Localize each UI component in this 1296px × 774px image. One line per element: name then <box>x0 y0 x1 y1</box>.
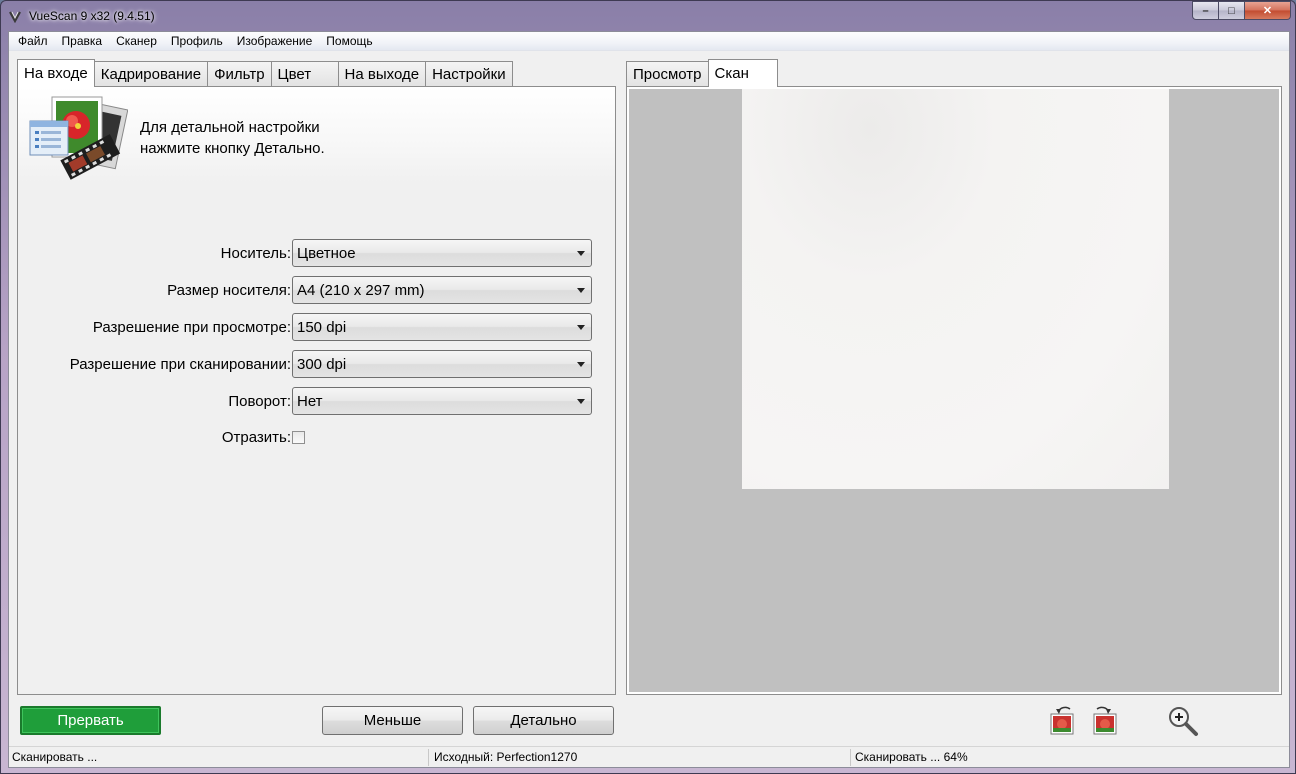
hint-text: Для детальной настройки нажмите кнопку Д… <box>140 117 325 159</box>
left-tab-bar: На входе Кадрирование Фильтр Цвет На вых… <box>17 59 513 87</box>
maximize-button[interactable]: □ <box>1219 1 1245 20</box>
title-bar[interactable]: VueScan 9 x32 (9.4.51) – □ ✕ <box>1 1 1296 31</box>
tab-settings[interactable]: Настройки <box>425 61 513 87</box>
right-tab-bar: Просмотр Скан <box>626 59 778 87</box>
rotation-row: Поворот: Нет <box>18 387 617 417</box>
tab-preview[interactable]: Просмотр <box>626 61 709 87</box>
scanned-image[interactable] <box>742 89 1169 489</box>
menu-bar: Файл Правка Сканер Профиль Изображение П… <box>9 32 1289 51</box>
minimize-icon: – <box>1202 4 1209 17</box>
tab-output[interactable]: На выходе <box>337 61 427 87</box>
chevron-down-icon <box>577 251 585 256</box>
rotate-right-icon[interactable] <box>1089 704 1119 736</box>
menu-edit[interactable]: Правка <box>55 32 110 51</box>
mirror-checkbox[interactable] <box>292 431 305 444</box>
preview-resolution-row: Разрешение при просмотре: 150 dpi <box>18 313 617 343</box>
mirror-label: Отразить: <box>221 429 291 446</box>
scan-canvas[interactable] <box>629 89 1279 692</box>
client-area: Файл Правка Сканер Профиль Изображение П… <box>8 31 1290 768</box>
zoom-in-icon[interactable] <box>1166 704 1198 736</box>
chevron-down-icon <box>577 325 585 330</box>
scan-resolution-value: 300 dpi <box>297 356 347 373</box>
status-middle: Исходный: Perfection1270 <box>431 749 851 766</box>
chevron-down-icon <box>577 288 585 293</box>
scan-view-panel <box>626 86 1282 695</box>
media-size-select[interactable]: A4 (210 x 297 mm) <box>292 276 592 304</box>
menu-image[interactable]: Изображение <box>230 32 320 51</box>
preview-resolution-select[interactable]: 150 dpi <box>292 313 592 341</box>
hint-area: Для детальной настройки нажмите кнопку Д… <box>18 87 615 184</box>
mirror-row: Отразить: <box>18 423 617 453</box>
scan-resolution-label: Разрешение при сканировании: <box>69 356 291 373</box>
stop-button[interactable]: Прервать <box>20 706 161 735</box>
media-size-label: Размер носителя: <box>167 282 291 299</box>
menu-scanner[interactable]: Сканер <box>109 32 164 51</box>
media-size-value: A4 (210 x 297 mm) <box>297 282 425 299</box>
close-icon: ✕ <box>1262 5 1273 17</box>
tab-filter[interactable]: Фильтр <box>207 61 272 87</box>
minimize-button[interactable]: – <box>1192 1 1219 20</box>
status-bar: Сканировать ... Исходный: Perfection1270… <box>9 746 1289 767</box>
rotate-left-icon[interactable] <box>1048 704 1078 736</box>
tab-input[interactable]: На входе <box>17 59 95 87</box>
media-select[interactable]: Цветное <box>292 239 592 267</box>
window-title: VueScan 9 x32 (9.4.51) <box>29 9 155 23</box>
input-settings-panel: Для детальной настройки нажмите кнопку Д… <box>17 86 616 695</box>
close-button[interactable]: ✕ <box>1245 1 1291 20</box>
media-label: Носитель: <box>220 245 291 262</box>
preview-resolution-label: Разрешение при просмотре: <box>92 319 291 336</box>
rotation-label: Поворот: <box>228 393 291 410</box>
menu-profile[interactable]: Профиль <box>164 32 230 51</box>
media-row: Носитель: Цветное <box>18 239 617 269</box>
media-value: Цветное <box>297 245 356 262</box>
scan-resolution-row: Разрешение при сканировании: 300 dpi <box>18 350 617 380</box>
less-button[interactable]: Меньше <box>322 706 463 735</box>
menu-help[interactable]: Помощь <box>319 32 379 51</box>
tab-crop[interactable]: Кадрирование <box>93 61 209 87</box>
tab-scan[interactable]: Скан <box>707 59 778 87</box>
rotation-value: Нет <box>297 393 323 410</box>
app-window: VueScan 9 x32 (9.4.51) – □ ✕ Файл Правка… <box>0 0 1296 774</box>
scanner-photo-film-icon <box>28 95 129 183</box>
window-controls: – □ ✕ <box>1192 1 1291 20</box>
rotation-select[interactable]: Нет <box>292 387 592 415</box>
chevron-down-icon <box>577 362 585 367</box>
scan-resolution-select[interactable]: 300 dpi <box>292 350 592 378</box>
vuescan-app-icon[interactable] <box>7 8 23 24</box>
hint-line-1: Для детальной настройки <box>140 119 320 136</box>
status-right: Сканировать ... 64% <box>855 750 968 764</box>
maximize-icon: □ <box>1228 4 1235 17</box>
preview-resolution-value: 150 dpi <box>297 319 347 336</box>
tab-color[interactable]: Цвет <box>270 61 339 87</box>
hint-line-2: нажмите кнопку Детально. <box>140 140 325 157</box>
more-button[interactable]: Детально <box>473 706 614 735</box>
chevron-down-icon <box>577 399 585 404</box>
menu-file[interactable]: Файл <box>11 32 55 51</box>
status-left: Сканировать ... <box>9 749 429 766</box>
media-size-row: Размер носителя: A4 (210 x 297 mm) <box>18 276 617 306</box>
